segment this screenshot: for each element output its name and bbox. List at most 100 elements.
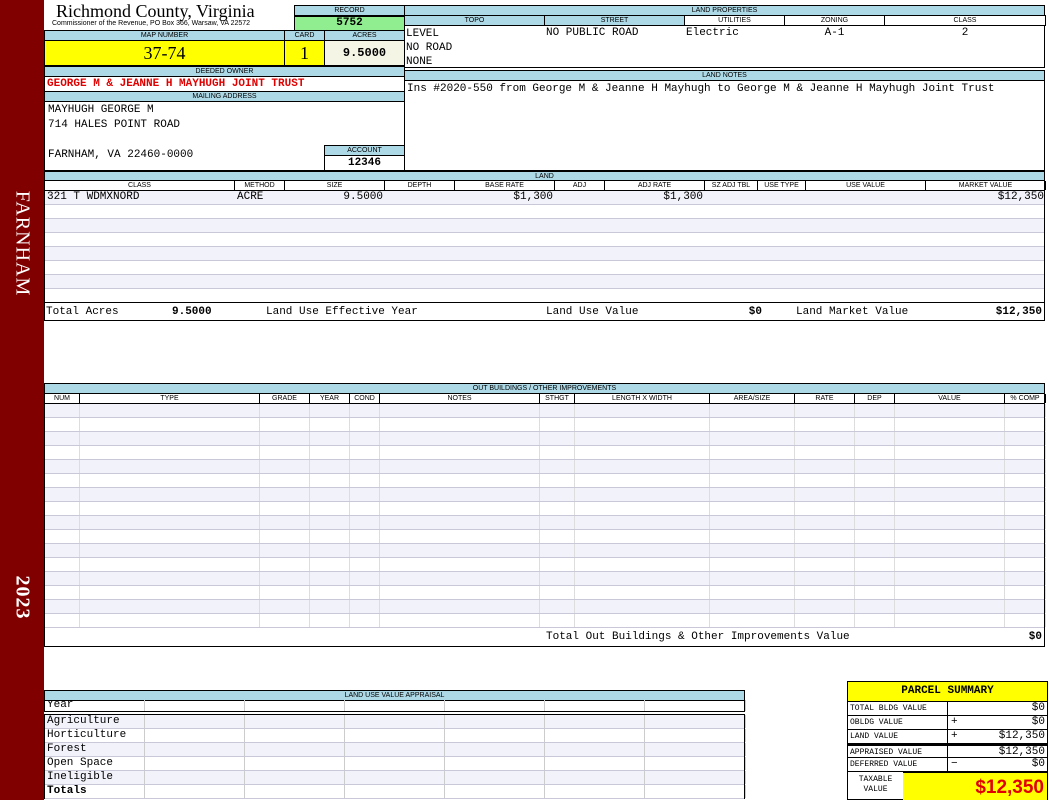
outbuildings-cell: [540, 516, 575, 529]
outbuildings-cell: [540, 530, 575, 543]
outbuildings-cell: [575, 460, 710, 473]
outbuildings-cell: [575, 432, 710, 445]
land-cell: [235, 261, 285, 274]
land-cell: [605, 289, 705, 302]
outbuildings-cell: [310, 530, 350, 543]
outbuildings-cell: [710, 432, 795, 445]
summary-value: $0: [1031, 716, 1045, 728]
col-street: STREET: [544, 15, 685, 26]
land-cell: [605, 233, 705, 246]
land-cell: [926, 261, 1046, 274]
outbuildings-cell: [855, 614, 895, 627]
outbuildings-cell: [710, 572, 795, 585]
land-cell: 9.5000: [343, 191, 383, 203]
outbuildings-cell: [80, 418, 260, 431]
land-cell: [385, 233, 455, 246]
outbuildings-cell: [350, 516, 380, 529]
outbuildings-cell: [350, 558, 380, 571]
land-use-label: Totals: [45, 785, 145, 798]
land-col-header: CLASS: [45, 181, 235, 190]
outbuildings-col-header: NOTES: [380, 394, 540, 403]
outbuildings-cell: [350, 474, 380, 487]
outbuildings-cell: [575, 544, 710, 557]
outbuildings-cell: [540, 460, 575, 473]
outbuildings-cell: [710, 502, 795, 515]
land-use-cell: [345, 771, 445, 784]
outbuildings-cell: [795, 460, 855, 473]
land-properties: TOPO STREET UTILITIES ZONING CLASS LEVEL…: [404, 15, 1046, 68]
outbuildings-cell: [1005, 474, 1046, 487]
outbuildings-cell: [575, 446, 710, 459]
outbuildings-cell: [710, 460, 795, 473]
land-cell: [285, 289, 385, 302]
col-topo: TOPO: [404, 15, 545, 26]
land-cell: [285, 205, 385, 218]
land-use-cell: [245, 729, 345, 742]
outbuildings-cell: [710, 474, 795, 487]
land-cell: [758, 205, 806, 218]
outbuildings-cell: [710, 600, 795, 613]
outbuildings-cell: [260, 614, 310, 627]
outbuildings-row: [45, 418, 1046, 432]
land-cell: [806, 191, 926, 204]
outbuildings-cell: [795, 600, 855, 613]
land-cell: [555, 191, 605, 204]
outbuildings-cell: [260, 404, 310, 417]
class-value: 2: [961, 27, 969, 39]
land-cell: [385, 219, 455, 232]
outbuildings-row: [45, 446, 1046, 460]
outbuildings-cell: [710, 446, 795, 459]
outbuildings-header: NUM TYPE GRADE YEAR COND NOTES STHGT LENGTH X W…: [45, 394, 1046, 404]
land-cell: [285, 247, 385, 260]
land-cell: [385, 261, 455, 274]
outbuildings-cell: [795, 530, 855, 543]
outbuildings-body: [45, 404, 1046, 628]
address-line-1: MAYHUGH GEORGE M: [48, 104, 154, 116]
land-cell: [455, 261, 555, 274]
land-cell: [235, 219, 285, 232]
outbuildings-cell: [895, 544, 1005, 557]
land-use-cell: [445, 771, 545, 784]
outbuildings-cell: [380, 460, 540, 473]
land-use-label: Open Space: [45, 757, 145, 770]
land-cell: [235, 247, 285, 260]
topo-value: NONE: [406, 56, 433, 68]
outbuildings-cell: [45, 446, 80, 459]
land-cell: [235, 205, 285, 218]
land-use-cell: [445, 785, 545, 798]
land-cell: [705, 205, 758, 218]
outbuildings-cell: [380, 404, 540, 417]
outbuildings-cell: [855, 544, 895, 557]
outbuildings-cell: [855, 530, 895, 543]
outbuildings-cell: [310, 404, 350, 417]
outbuildings-cell: [575, 572, 710, 585]
land-cell: [455, 289, 555, 302]
outbuildings-cell: [310, 418, 350, 431]
outbuildings-cell: [575, 474, 710, 487]
land-use-cell: [345, 743, 445, 756]
outbuildings-cell: [45, 432, 80, 445]
outbuildings-row: [45, 558, 1046, 572]
outbuildings-cell: [895, 558, 1005, 571]
land-row: [45, 205, 1044, 219]
outbuildings-cell: [310, 502, 350, 515]
parcel-summary: PARCEL SUMMARY TOTAL BLDG VALUE $0 OBLDG V…: [847, 681, 1048, 800]
land-cell: [758, 219, 806, 232]
total-acres-value: 9.5000: [172, 306, 212, 318]
land-use-row: Ineligible: [45, 771, 746, 785]
year-cell: [645, 700, 746, 711]
land-use-label: Agriculture: [45, 715, 145, 728]
outbuildings-cell: [260, 600, 310, 613]
outbuildings-row: [45, 614, 1046, 628]
outbuildings-cell: [80, 404, 260, 417]
land-cell: [605, 261, 705, 274]
outbuildings-cell: [1005, 558, 1046, 571]
land-totals: Total Acres 9.5000 Land Use Effective Ye…: [45, 302, 1044, 321]
outbuildings-cell: [855, 502, 895, 515]
summary-label: TOTAL BLDG VALUE: [848, 702, 948, 715]
outbuildings-cell: [310, 558, 350, 571]
outbuildings-cell: [895, 600, 1005, 613]
outbuildings-cell: [80, 600, 260, 613]
land-use-cell: [545, 715, 645, 728]
outbuildings-cell: [80, 446, 260, 459]
